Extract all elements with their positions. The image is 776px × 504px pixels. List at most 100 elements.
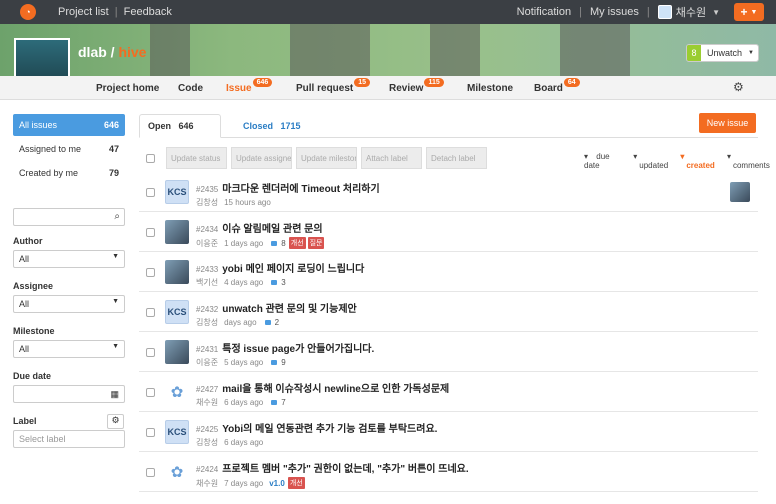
issue-author[interactable]: 김창성	[196, 317, 218, 328]
issue-checkbox[interactable]	[146, 428, 155, 437]
issue-label[interactable]: 개선	[288, 237, 306, 249]
gear-icon[interactable]: ⚙	[733, 80, 744, 94]
due-date-input[interactable]: ▦	[13, 385, 125, 403]
issue-checkbox[interactable]	[146, 348, 155, 357]
issue-author[interactable]: 채수원	[196, 478, 218, 489]
sidebar-item-assigned-to-me[interactable]: Assigned to me 47	[13, 138, 125, 160]
avatar[interactable]: KCS	[165, 180, 189, 204]
milestone-link[interactable]: v1.0	[269, 479, 285, 488]
avatar[interactable]: ✿	[165, 460, 189, 484]
user-name[interactable]: 채수원	[676, 4, 706, 20]
issue-title-link[interactable]: #2435 마크다운 렌더러에 Timeout 처리하기	[196, 180, 380, 195]
nav-issue[interactable]: Issue646	[226, 78, 273, 94]
sort-comments[interactable]: ▾ comments	[727, 152, 776, 170]
issue-label[interactable]: 질문	[307, 237, 325, 249]
avatar[interactable]	[165, 220, 189, 244]
issue-title-link[interactable]: #2432 unwatch 관련 문의 및 기능제안	[196, 300, 357, 315]
avatar[interactable]: KCS	[165, 300, 189, 324]
sort-options: ▾ due date ▾ updated ▾ created ▾ comment…	[578, 152, 776, 170]
create-menu-button[interactable]: + ▼	[734, 3, 764, 21]
sort-due-date[interactable]: ▾ due date	[584, 152, 627, 170]
issue-title: mail을 통해 이슈작성시 newline으로 인한 가독성문제	[222, 384, 450, 395]
issue-title-link[interactable]: #2434 이슈 알림메일 관련 문의	[196, 220, 323, 235]
issue-checkbox[interactable]	[146, 228, 155, 237]
tab-open-label: Open	[148, 121, 172, 131]
avatar[interactable]: ✿	[165, 380, 189, 404]
issue-title-link[interactable]: #2433 yobi 메인 페이지 로딩이 느립니다	[196, 260, 364, 275]
search-icon[interactable]: ⌕	[114, 211, 120, 222]
attach-label-button[interactable]: Attach label	[361, 147, 422, 169]
issue-number: #2431	[196, 345, 219, 354]
nav-milestone[interactable]: Milestone	[467, 83, 513, 94]
avatar[interactable]	[165, 260, 189, 284]
app-logo[interactable]: ◔	[20, 4, 36, 20]
issue-author[interactable]: 채수원	[196, 397, 218, 408]
project-list-link[interactable]: Project list	[58, 6, 109, 18]
nav-board[interactable]: Board64	[534, 78, 580, 94]
chevron-down-icon: ▼	[112, 253, 119, 260]
sort-updated[interactable]: ▾ updated	[633, 152, 674, 170]
issue-checkbox[interactable]	[146, 468, 155, 477]
avatar[interactable]	[165, 340, 189, 364]
calendar-icon[interactable]: ▦	[110, 389, 119, 400]
sidebar-item-created-by-me[interactable]: Created by me 79	[13, 162, 125, 184]
issue-author[interactable]: 이응준	[196, 238, 218, 249]
nav-review[interactable]: Review115	[389, 78, 444, 94]
banner-decoration	[150, 24, 190, 76]
issue-checkbox[interactable]	[146, 388, 155, 397]
nav-project-home[interactable]: Project home	[96, 83, 159, 94]
chevron-down-icon[interactable]: ▼	[712, 8, 720, 17]
assignee-select-value: All	[19, 299, 30, 309]
issue-time: days ago	[224, 318, 257, 327]
update-assignee-button[interactable]: Update assignee	[231, 147, 292, 169]
milestone-select[interactable]: All ▼	[13, 340, 125, 358]
issue-author[interactable]: 김창성	[196, 197, 218, 208]
issue-checkbox[interactable]	[146, 308, 155, 317]
issue-title-link[interactable]: #2431 특정 issue page가 안들어가집니다.	[196, 340, 374, 355]
list-item: #2433 yobi 메인 페이지 로딩이 느립니다 백기선 4 days ago 3	[139, 252, 758, 292]
issue-title-link[interactable]: #2424 프로젝트 멤버 "추가" 권한이 없는데, "추가" 버튼이 뜨네요.	[196, 460, 469, 475]
label-select[interactable]: Select label	[13, 430, 125, 448]
feedback-link[interactable]: Feedback	[124, 6, 172, 18]
author-select[interactable]: All ▼	[13, 250, 125, 268]
issue-checkbox[interactable]	[146, 188, 155, 197]
sidebar-item-all-issues[interactable]: All issues 646	[13, 114, 125, 136]
top-navigation-bar: ◔ Project list | Feedback Notification |…	[0, 0, 776, 24]
issue-title-link[interactable]: #2427 mail을 통해 이슈작성시 newline으로 인한 가독성문제	[196, 380, 449, 395]
assignee-select[interactable]: All ▼	[13, 295, 125, 313]
issue-title-link[interactable]: #2425 Yobi의 메일 연동관련 추가 기능 검토를 부탁드려요.	[196, 420, 437, 435]
update-milestone-button[interactable]: Update milestone	[296, 147, 357, 169]
avatar[interactable]: KCS	[165, 420, 189, 444]
my-issues-link[interactable]: My issues	[590, 6, 639, 18]
notification-link[interactable]: Notification	[517, 6, 571, 18]
issue-label[interactable]: 개선	[287, 477, 305, 489]
nav-issue-label: Issue	[226, 83, 252, 94]
detach-label-button[interactable]: Detach label	[426, 147, 487, 169]
issue-author[interactable]: 김창성	[196, 437, 218, 448]
user-avatar[interactable]	[657, 5, 672, 19]
issue-meta: 김창성 days ago 2	[196, 317, 279, 328]
issue-checkbox[interactable]	[146, 268, 155, 277]
new-issue-button[interactable]: New issue	[699, 113, 756, 133]
update-status-button[interactable]: Update status	[166, 147, 227, 169]
issue-number: #2434	[196, 225, 219, 234]
issue-author[interactable]: 이응준	[196, 357, 218, 368]
chevron-down-icon: ▼	[112, 343, 119, 350]
nav-pull-request-badge: 15	[354, 78, 371, 87]
search-input[interactable]: ⌕	[13, 208, 125, 226]
nav-code[interactable]: Code	[178, 83, 203, 94]
project-name[interactable]: hive	[118, 44, 146, 60]
gear-icon[interactable]: ⚙	[107, 414, 124, 429]
select-all-checkbox[interactable]	[146, 153, 155, 163]
tab-open[interactable]: Open 646	[139, 114, 221, 138]
tab-closed[interactable]: Closed 1715	[235, 114, 309, 138]
comment-icon	[264, 320, 271, 325]
unwatch-button[interactable]: 8 Unwatch ▼	[686, 44, 759, 62]
project-owner[interactable]: dlab	[78, 44, 107, 60]
nav-pull-request[interactable]: Pull request15	[296, 78, 371, 94]
sidebar-item-label: Assigned to me	[19, 144, 82, 154]
sort-created[interactable]: ▾ created	[680, 152, 721, 170]
issue-author[interactable]: 백기선	[196, 277, 218, 288]
assignee-avatar[interactable]	[730, 182, 750, 202]
issue-meta: 이응준 5 days ago 9	[196, 357, 286, 368]
